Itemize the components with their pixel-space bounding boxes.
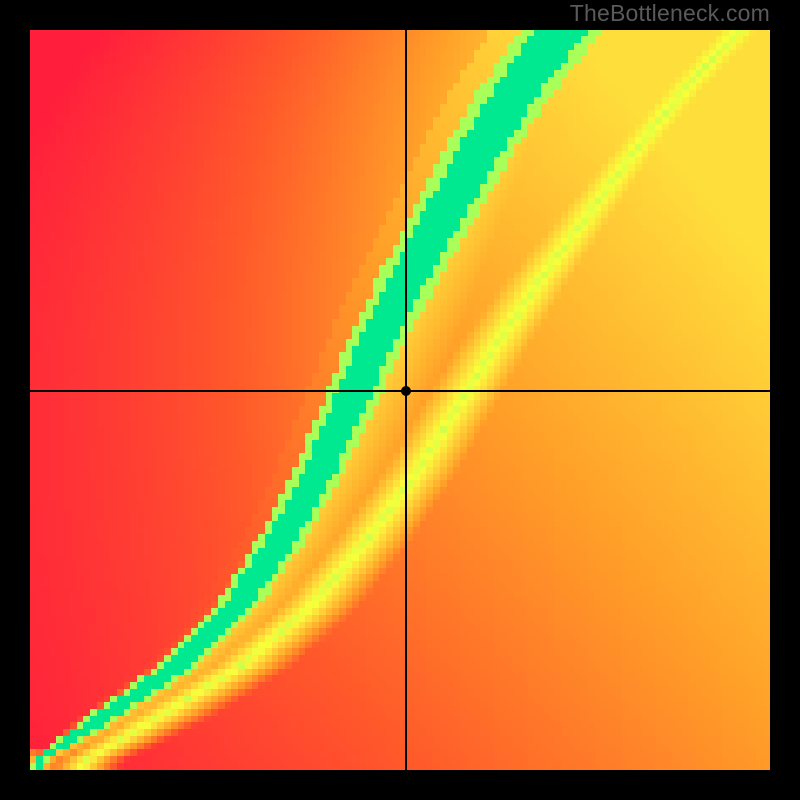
plot-area <box>30 30 770 770</box>
watermark-text: TheBottleneck.com <box>570 0 770 27</box>
heatmap-canvas <box>30 30 770 770</box>
crosshair-vertical <box>405 30 407 770</box>
crosshair-marker <box>401 386 411 396</box>
chart-frame: TheBottleneck.com <box>0 0 800 800</box>
